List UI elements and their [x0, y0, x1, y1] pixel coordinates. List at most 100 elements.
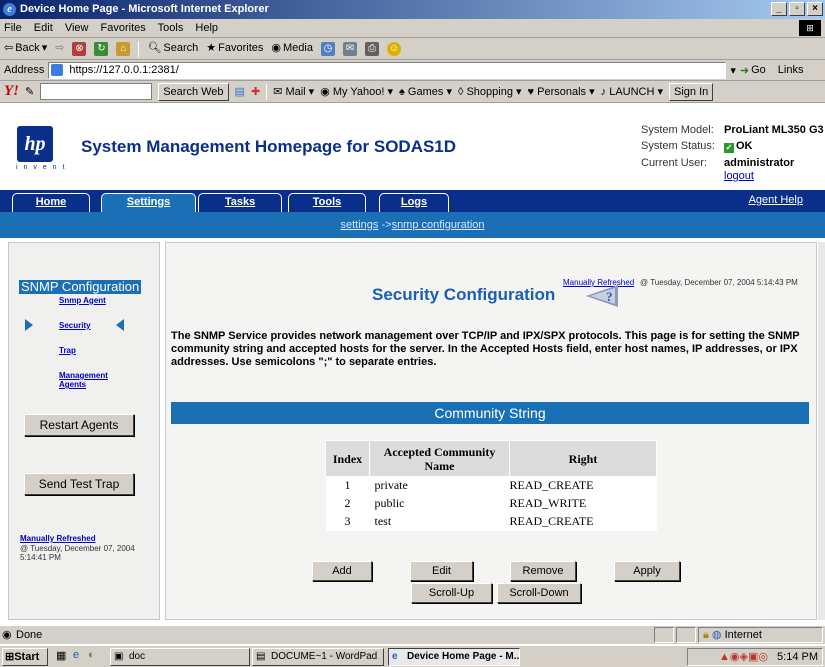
favorites-button[interactable]: ★ Favorites — [206, 38, 263, 59]
my-yahoo-button[interactable]: ◉ My Yahoo! ▾ — [320, 85, 393, 98]
help-arrow-icon[interactable]: ? — [584, 284, 622, 308]
scroll-down-button[interactable]: Scroll-Down — [497, 583, 581, 603]
messenger-icon[interactable]: ☺ — [386, 41, 401, 56]
go-button[interactable]: ➜ Go — [740, 64, 766, 77]
tab-home[interactable]: Home — [12, 193, 90, 212]
security-zone: 🔒︎ ◍ Internet — [698, 627, 823, 643]
sidebar-title: SNMP Configuration — [19, 279, 142, 294]
agent-help-link[interactable]: Agent Help — [749, 194, 803, 206]
col-right: Right — [509, 440, 657, 477]
clock: 5:14 PM — [777, 651, 818, 663]
tab-strip: Home Settings Tasks Tools Logs Agent Hel… — [0, 190, 825, 212]
sidebar-item-trap[interactable]: Trap — [59, 346, 76, 355]
yahoo-logo-icon[interactable]: Y! — [4, 83, 19, 100]
tab-logs[interactable]: Logs — [379, 193, 449, 212]
status-text: Done — [16, 629, 43, 641]
scroll-up-button[interactable]: Scroll-Up — [411, 583, 492, 603]
tab-settings[interactable]: Settings — [101, 193, 196, 212]
yahoo-mail-button[interactable]: ✉ Mail ▾ — [273, 85, 314, 98]
pop-up-icon[interactable]: ✚ — [251, 85, 260, 98]
menu-bar: File Edit View Favorites Tools Help ⊞ — [0, 19, 825, 38]
minimize-button[interactable]: _ — [771, 2, 787, 16]
print-icon[interactable]: ⎙ — [364, 41, 379, 56]
row-index: 3 — [325, 512, 370, 531]
ie-app-icon: e — [3, 3, 16, 16]
games-button[interactable]: ♠ Games ▾ — [399, 85, 452, 98]
system-model-value: ProLiant ML350 G3 — [724, 124, 824, 136]
start-button[interactable]: ⊞Start — [2, 648, 48, 666]
media-button[interactable]: ◉ Media — [271, 38, 313, 59]
table-row[interactable]: 2 public READ_WRITE — [325, 494, 657, 513]
apply-button[interactable]: Apply — [614, 561, 680, 581]
mail-icon[interactable]: ✉ — [342, 41, 357, 56]
stop-icon[interactable]: ⊗ — [72, 41, 87, 56]
menu-tools[interactable]: Tools — [158, 22, 184, 34]
sidebar-refresh-date: @ Tuesday, December 07, 2004 5:14:41 PM — [20, 544, 135, 562]
forward-button[interactable]: ⇨ — [55, 38, 64, 59]
current-user-value: administrator — [724, 157, 795, 169]
back-button[interactable]: ⇦ Back ▾ — [4, 38, 47, 59]
taskbar-item-wordpad[interactable]: ▤ DOCUME~1 - WordPad — [252, 648, 384, 666]
selected-right-arrow-icon — [25, 319, 33, 331]
taskbar-item-ie[interactable]: e Device Home Page - M... — [388, 648, 520, 666]
quick-launch-outlook-icon[interactable]: ◐ — [88, 649, 95, 661]
breadcrumb-current-link[interactable]: snmp configuration — [392, 219, 485, 231]
taskbar-item-doc[interactable]: ▣ doc — [110, 648, 250, 666]
links-button[interactable]: Links — [778, 64, 804, 76]
taskbar: ⊞Start ▦ e ◐ ▣ doc ▤ DOCUME~1 - WordPad eD… — [0, 645, 825, 667]
address-url: https://127.0.0.1:2381/ — [69, 63, 179, 76]
yahoo-search-input[interactable] — [40, 83, 153, 100]
tab-tasks[interactable]: Tasks — [198, 193, 282, 212]
pencil-icon[interactable]: ✎ — [25, 85, 34, 98]
add-button[interactable]: Add — [312, 561, 372, 581]
ie-icon: e — [392, 651, 398, 662]
remove-button[interactable]: Remove — [510, 561, 576, 581]
tab-tools[interactable]: Tools — [288, 193, 366, 212]
vertical-scrollbar[interactable] — [818, 242, 825, 620]
table-row[interactable]: 3 test READ_CREATE — [325, 512, 657, 531]
personals-button[interactable]: ♥ Personals ▾ — [528, 85, 595, 98]
home-icon[interactable]: ⌂ — [116, 41, 131, 56]
menu-view[interactable]: View — [65, 22, 89, 34]
menu-help[interactable]: Help — [195, 22, 218, 34]
sidebar-item-management-agents[interactable]: Management Agents — [59, 371, 119, 389]
col-community-name: Accepted Community Name — [369, 440, 510, 477]
highlight-icon[interactable]: ▤ — [235, 85, 245, 98]
back-arrow-icon: ⇦ — [4, 42, 14, 54]
sign-in-button[interactable]: Sign In — [669, 82, 714, 101]
shopping-button[interactable]: ◊ Shopping ▾ — [458, 85, 522, 98]
go-arrow-icon: ➜ — [739, 64, 750, 77]
search-web-button[interactable]: Search Web — [158, 82, 229, 101]
breadcrumb: settings ->snmp configuration — [0, 212, 825, 238]
menu-favorites[interactable]: Favorites — [101, 22, 146, 34]
edit-button[interactable]: Edit — [410, 561, 473, 581]
search-button[interactable]: 🔍︎ Search — [147, 38, 198, 59]
hp-logo-icon: hp — [17, 126, 53, 162]
svg-text:?: ? — [606, 289, 613, 304]
sidebar-refresh-link[interactable]: Manually Refreshed — [20, 534, 96, 543]
current-user-label: Current User: — [641, 157, 708, 169]
row-right: READ_CREATE — [509, 476, 657, 495]
send-test-trap-button[interactable]: Send Test Trap — [24, 473, 134, 495]
quick-launch-desktop-icon[interactable]: ▦ — [56, 649, 66, 662]
tray-icons[interactable]: ▲◉◈▣◎ — [719, 651, 768, 663]
sidebar-item-snmp-agent[interactable]: Snmp Agent — [59, 296, 106, 305]
sidebar-item-security[interactable]: Security — [59, 321, 91, 330]
quick-launch-ie-icon[interactable]: e — [73, 649, 79, 661]
menu-edit[interactable]: Edit — [34, 22, 53, 34]
launch-button[interactable]: ♪ LAUNCH ▾ — [601, 85, 663, 98]
table-row[interactable]: 1 private READ_CREATE — [325, 476, 657, 495]
breadcrumb-settings-link[interactable]: settings — [340, 219, 378, 231]
maximize-button[interactable]: ▫ — [789, 2, 805, 16]
logout-link[interactable]: logout — [724, 170, 754, 182]
status-pane — [654, 627, 674, 643]
address-dropdown-icon[interactable]: ▾ — [730, 64, 736, 77]
address-input[interactable]: https://127.0.0.1:2381/ — [48, 61, 727, 79]
menu-file[interactable]: File — [4, 22, 22, 34]
row-name: public — [369, 494, 510, 513]
restart-agents-button[interactable]: Restart Agents — [24, 414, 134, 436]
history-icon[interactable]: ◷ — [320, 41, 335, 56]
close-button[interactable]: × — [807, 2, 823, 16]
refresh-icon[interactable]: ↻ — [94, 41, 109, 56]
address-label: Address — [4, 64, 45, 76]
